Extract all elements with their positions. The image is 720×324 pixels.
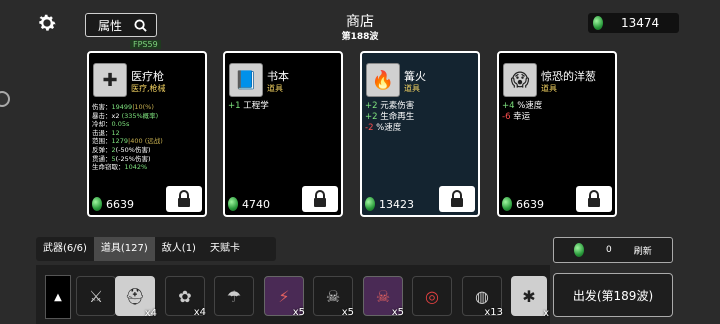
helmet-icon: ⛑ xyxy=(124,286,146,306)
book-icon: 📘 xyxy=(229,63,263,97)
price: 13423 xyxy=(365,197,414,211)
inventory-slot[interactable]: ⚔ xyxy=(76,276,116,316)
shop-card-scared-onion[interactable]: 😱 惊恐的洋葱 道具 +4 %速度 -6 幸运 6639 xyxy=(497,51,617,217)
inventory-slot[interactable]: ☂ xyxy=(214,276,254,316)
attributes-label: 属性 xyxy=(98,18,123,33)
lock-icon xyxy=(314,190,326,207)
side-indicator xyxy=(0,91,10,107)
item-icon: ✿ xyxy=(178,286,192,306)
inventory-slot[interactable]: ☠ x5 xyxy=(363,276,404,318)
lock-button[interactable] xyxy=(166,186,202,212)
attributes-button[interactable]: 属性 xyxy=(85,13,157,37)
price: 6639 xyxy=(502,197,544,211)
effect-row: +1 工程学 xyxy=(228,101,269,111)
reroll-label: 刷新 xyxy=(633,246,652,257)
item-effects: +4 %速度 -6 幸运 xyxy=(502,101,542,123)
lock-button[interactable] xyxy=(576,186,612,212)
shop-card-campfire[interactable]: 🔥 篝火 道具 +2 元素伤害 +2 生命再生 -2 %速度 13423 xyxy=(360,51,480,217)
item-icon: ⚔ xyxy=(88,286,104,306)
material-gem-icon xyxy=(593,16,603,30)
shop-card-book[interactable]: 📘 书本 道具 +1 工程学 4740 xyxy=(223,51,343,217)
stat-row: 反弹：2(-50%伤害) xyxy=(92,145,151,154)
depart-button[interactable]: 出发(第189波) xyxy=(553,273,673,317)
stat-row: 冷却：0.05s xyxy=(92,120,130,129)
card-type: 道具 xyxy=(404,84,420,93)
ring-icon: ◎ xyxy=(425,286,439,306)
inventory-slot[interactable]: ✿ x4 xyxy=(165,276,206,318)
card-name: 篝火 xyxy=(404,70,426,83)
material-gem-icon xyxy=(92,197,102,211)
claw-icon: ⚡ xyxy=(278,286,290,306)
reroll-cost: 0 xyxy=(606,245,612,255)
effect-row: -6 幸运 xyxy=(502,112,531,122)
scroll-up-button[interactable]: ▲ xyxy=(45,275,71,319)
material-gem-icon xyxy=(502,197,512,211)
card-name: 医疗枪 xyxy=(131,70,164,83)
stat-row: 范围：1279|400 (远战) xyxy=(92,137,163,146)
item-effects: +2 元素伤害 +2 生命再生 -2 %速度 xyxy=(365,101,414,134)
page-title: 商店 xyxy=(346,14,374,30)
lock-icon xyxy=(178,190,190,207)
inventory-slot[interactable]: ⚡ x5 xyxy=(264,276,305,318)
scared-onion-icon: 😱 xyxy=(503,63,537,97)
skull-icon: ☠ xyxy=(375,286,391,306)
tab-items[interactable]: 道具(127) xyxy=(93,237,155,261)
wave-label: 第188波 xyxy=(341,32,379,42)
stat-row: 暴击：x2 (335%概率) xyxy=(92,111,159,120)
item-effects: +1 工程学 xyxy=(228,101,269,112)
gear-icon[interactable] xyxy=(36,12,58,34)
search-icon xyxy=(134,18,147,32)
campfire-icon: 🔥 xyxy=(366,63,400,97)
creature-icon: ✱ xyxy=(522,286,536,306)
inventory-slot[interactable]: ⛑ x4 xyxy=(115,276,157,319)
fps-counter: FPS59 xyxy=(130,40,161,49)
medical-gun-icon: ✚ xyxy=(93,63,127,97)
lock-icon xyxy=(588,190,600,207)
price: 6639 xyxy=(92,197,134,211)
inventory-slot[interactable]: ☠ x5 xyxy=(313,276,354,318)
price: 4740 xyxy=(228,197,270,211)
effect-row: +4 %速度 xyxy=(502,101,543,111)
stat-row: 生命窃取：1042% xyxy=(92,163,148,172)
ghost-icon: ☠ xyxy=(325,286,341,306)
weapon-stats: 伤害：19499|10(%) 暴击：x2 (335%概率) 冷却：0.05s 击… xyxy=(92,103,163,172)
material-gem-icon xyxy=(365,197,375,211)
inventory-slot[interactable]: ◍ x13 xyxy=(462,276,503,318)
reroll-button[interactable]: 0 刷新 xyxy=(553,237,673,263)
stat-row: 贯通：5(-25%伤害) xyxy=(92,154,151,163)
card-type: 道具 xyxy=(267,84,283,93)
tab-talent-cards[interactable]: 天赋卡 xyxy=(203,237,247,261)
mushroom-icon: ☂ xyxy=(226,286,242,306)
lock-icon xyxy=(451,190,463,207)
lock-button[interactable] xyxy=(439,186,475,212)
card-type: 医疗,枪械 xyxy=(131,84,166,93)
material-gem-icon xyxy=(574,243,584,257)
material-gem-icon xyxy=(228,197,238,211)
card-name: 书本 xyxy=(267,70,289,83)
card-name: 惊恐的洋葱 xyxy=(541,70,596,83)
effect-row: +2 生命再生 xyxy=(365,112,415,122)
tab-enemies[interactable]: 敌人(1) xyxy=(155,237,203,261)
tab-weapons[interactable]: 武器(6/6) xyxy=(36,237,94,261)
inventory-slot[interactable]: ✱ x xyxy=(511,276,549,319)
inventory-tabs: 武器(6/6) 道具(127) 敌人(1) 天赋卡 xyxy=(36,237,276,261)
inventory-slot[interactable]: ◎ xyxy=(412,276,452,316)
card-type: 道具 xyxy=(541,84,557,93)
snake-icon: ◍ xyxy=(475,286,489,306)
lock-button[interactable] xyxy=(302,186,338,212)
money-display: 13474 xyxy=(588,13,679,33)
effect-row: -2 %速度 xyxy=(365,123,402,133)
shop-card-medical-gun[interactable]: ✚ 医疗枪 医疗,枪械 伤害：19499|10(%) 暴击：x2 (335%概率… xyxy=(87,51,207,217)
money-value: 13474 xyxy=(621,16,660,30)
stat-row: 伤害：19499|10(%) xyxy=(92,103,154,111)
effect-row: +2 元素伤害 xyxy=(365,101,415,111)
